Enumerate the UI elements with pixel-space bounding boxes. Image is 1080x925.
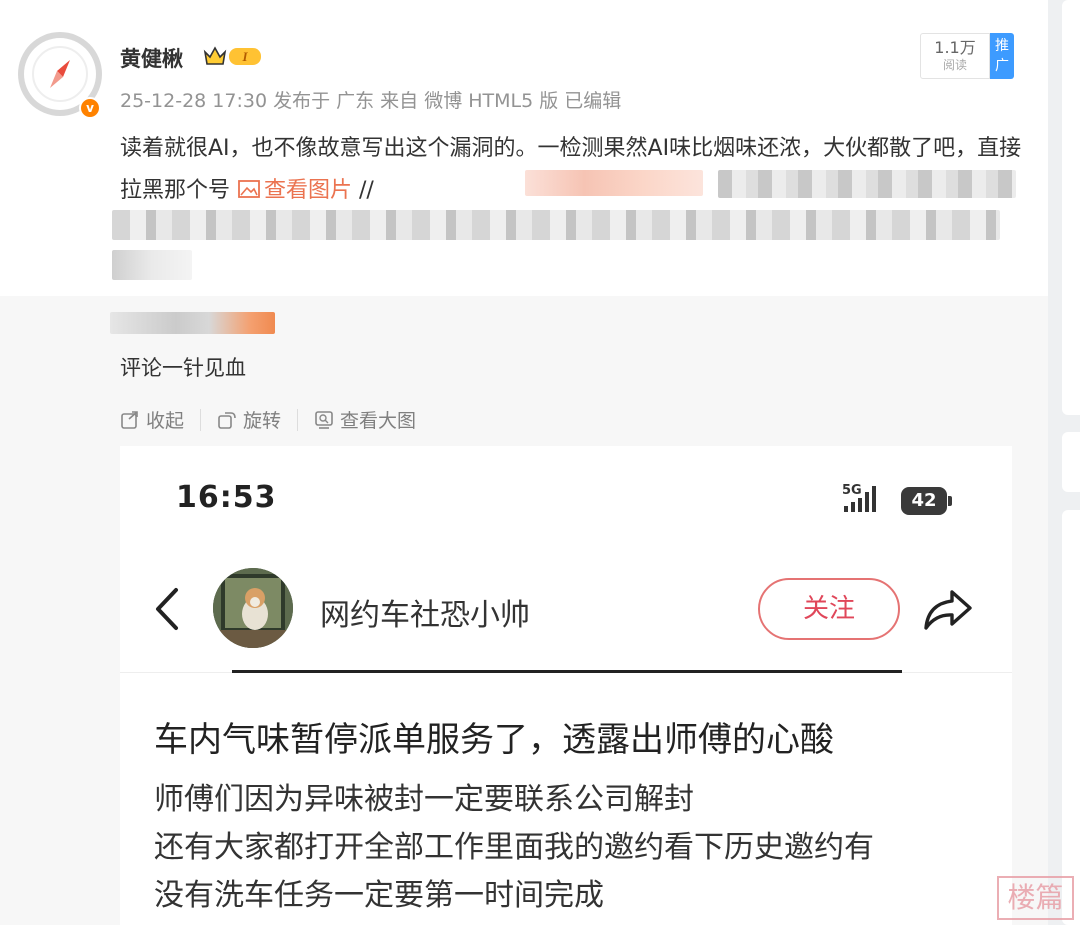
share-icon[interactable] bbox=[920, 586, 976, 632]
read-count-box: 1.1万 阅读 bbox=[920, 33, 990, 79]
note-title: 车内气味暂停派单服务了，透露出师傅的心酸 bbox=[154, 720, 834, 760]
view-large-label: 查看大图 bbox=[340, 410, 417, 432]
censored-original-author bbox=[110, 312, 275, 334]
right-sidebar-card bbox=[1062, 510, 1080, 925]
tab-indicator bbox=[232, 670, 902, 673]
toolbar-divider bbox=[200, 408, 202, 431]
note-body-line: 没有洗车任务一定要第一时间完成 bbox=[154, 878, 604, 913]
promote-button[interactable]: 推广 bbox=[990, 33, 1014, 79]
right-sidebar-card bbox=[1062, 432, 1080, 492]
view-image-link[interactable]: 查看图片 bbox=[237, 178, 352, 203]
embedded-screenshot[interactable]: 16:53 5G 42 网约车社恐小帅 关注 车内气味暂停派单服务了，透露出师傅… bbox=[120, 446, 1012, 925]
network-type: 5G bbox=[842, 483, 862, 498]
censored-mosaic bbox=[112, 250, 192, 280]
image-toolbar: 收起 旋转 查看大图 bbox=[120, 406, 416, 433]
right-sidebar-card bbox=[1062, 0, 1080, 415]
repost-separator: // bbox=[352, 178, 374, 203]
rotate-label: 旋转 bbox=[243, 410, 282, 432]
view-image-label: 查看图片 bbox=[264, 178, 353, 203]
status-bar-time: 16:53 bbox=[176, 480, 277, 515]
note-body-line: 师傅们因为异味被封一定要联系公司解封 bbox=[154, 782, 694, 817]
toolbar-divider bbox=[297, 408, 299, 431]
image-icon bbox=[238, 180, 260, 198]
note-body: 师傅们因为异味被封一定要联系公司解封 还有大家都打开全部工作里面我的邀约看下历史… bbox=[154, 776, 874, 920]
post-meta: 25-12-28 17:30 发布于 广东 来自 微博 HTML5 版 已编辑 bbox=[120, 90, 622, 112]
username[interactable]: 黄健楸 bbox=[120, 43, 183, 73]
read-label: 阅读 bbox=[942, 58, 967, 72]
rotate-icon bbox=[218, 411, 236, 429]
dog-photo-icon bbox=[213, 568, 293, 648]
magnify-image-icon bbox=[315, 410, 333, 429]
rotate-button[interactable]: 旋转 bbox=[217, 406, 281, 433]
note-body-line: 还有大家都打开全部工作里面我的邀约看下历史邀约有 bbox=[154, 830, 874, 865]
view-large-image-button[interactable]: 查看大图 bbox=[314, 406, 416, 433]
signal-icon: 5G bbox=[842, 483, 876, 512]
follow-button[interactable]: 关注 bbox=[758, 578, 900, 640]
collapse-button[interactable]: 收起 bbox=[120, 406, 184, 433]
censored-mosaic bbox=[112, 210, 1000, 240]
verified-badge-icon: v bbox=[79, 97, 101, 119]
censored-mosaic bbox=[718, 170, 1016, 198]
collapse-label: 收起 bbox=[146, 410, 185, 432]
read-count: 1.1万 bbox=[934, 38, 976, 57]
back-arrow-icon[interactable] bbox=[152, 586, 182, 632]
censored-mosaic bbox=[525, 170, 703, 196]
battery-indicator: 42 bbox=[901, 487, 952, 515]
compass-icon bbox=[32, 46, 88, 102]
level-badge-text: I bbox=[241, 49, 248, 64]
account-avatar[interactable] bbox=[213, 568, 293, 648]
weibo-post-card: v 黄健楸 I 25-12-28 17:30 发布于 广东 来自 微博 HTML… bbox=[0, 0, 1048, 296]
collapse-icon bbox=[121, 410, 138, 429]
retweet-comment: 评论一针见血 bbox=[120, 356, 246, 380]
vip-crown-badge-icon: I bbox=[203, 46, 261, 65]
watermark-stamp: 楼篇 bbox=[997, 876, 1074, 920]
account-name[interactable]: 网约车社恐小帅 bbox=[320, 590, 530, 634]
